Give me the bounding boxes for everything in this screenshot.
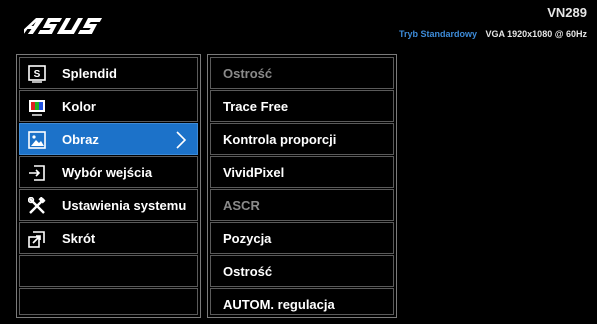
- menu-item-system-settings[interactable]: Ustawienia systemu: [19, 189, 198, 221]
- submenu-item-auto-adjust[interactable]: AUTOM. regulacja: [210, 288, 394, 315]
- menu-item-obraz[interactable]: Obraz: [19, 123, 198, 155]
- input-select-icon: [29, 165, 45, 181]
- submenu-item-aspect-control[interactable]: Kontrola proporcji: [210, 123, 394, 155]
- shortcut-icon: [28, 231, 45, 248]
- submenu: Ostrość Trace Free Kontrola proporcji Vi…: [207, 54, 397, 318]
- submenu-item-trace-free[interactable]: Trace Free: [210, 90, 394, 122]
- status-line: Tryb Standardowy VGA 1920x1080 @ 60Hz: [399, 29, 587, 39]
- main-menu: S Splendid Kolor Obraz Wybór wejścia Ust…: [16, 54, 201, 318]
- menu-item-shortcut[interactable]: Skrót: [19, 222, 198, 254]
- submenu-item-position[interactable]: Pozycja: [210, 222, 394, 254]
- color-icon: [29, 100, 45, 116]
- submenu-item-label: AUTOM. regulacja: [223, 297, 335, 312]
- menu-item-empty: [19, 255, 198, 287]
- menu-item-splendid[interactable]: S Splendid: [19, 57, 198, 89]
- submenu-item-label: Kontrola proporcji: [223, 132, 337, 147]
- submenu-item-label: Ostrość: [223, 66, 273, 81]
- menu-item-input-select[interactable]: Wybór wejścia: [19, 156, 198, 188]
- monitor-model: VN289: [547, 5, 587, 20]
- splendid-icon: S: [28, 65, 46, 83]
- asus-logo: [24, 18, 103, 34]
- submenu-item-label: ASCR: [223, 198, 260, 213]
- osd-header: VN289 Tryb Standardowy VGA 1920x1080 @ 6…: [0, 0, 597, 48]
- submenu-item-sharpness[interactable]: Ostrość: [210, 255, 394, 287]
- submenu-item-vividpixel[interactable]: VividPixel: [210, 156, 394, 188]
- menu-item-label: Skrót: [62, 231, 96, 246]
- menu-item-label: Obraz: [62, 132, 99, 147]
- submenu-item-label: Pozycja: [223, 231, 272, 246]
- submenu-item-label: Trace Free: [223, 99, 289, 114]
- menu-item-kolor[interactable]: Kolor: [19, 90, 198, 122]
- submenu-item-ascr-disabled: ASCR: [210, 189, 394, 221]
- picture-mode: Tryb Standardowy: [398, 29, 477, 39]
- input-signal: VGA 1920x1080 @ 60Hz: [485, 29, 587, 39]
- submenu-item-label: Ostrość: [223, 264, 273, 279]
- chevron-right-icon: [176, 131, 187, 149]
- menu-item-label: Kolor: [62, 99, 96, 114]
- menu-item-empty: [19, 288, 198, 315]
- system-settings-icon: [28, 197, 46, 214]
- submenu-item-label: VividPixel: [223, 165, 285, 180]
- image-icon: [28, 131, 46, 149]
- menu-item-label: Ustawienia systemu: [62, 198, 187, 213]
- menu-item-label: Splendid: [62, 66, 117, 81]
- svg-text:S: S: [34, 69, 41, 80]
- submenu-item-ostrosc-disabled: Ostrość: [210, 57, 394, 89]
- menu-item-label: Wybór wejścia: [62, 165, 153, 180]
